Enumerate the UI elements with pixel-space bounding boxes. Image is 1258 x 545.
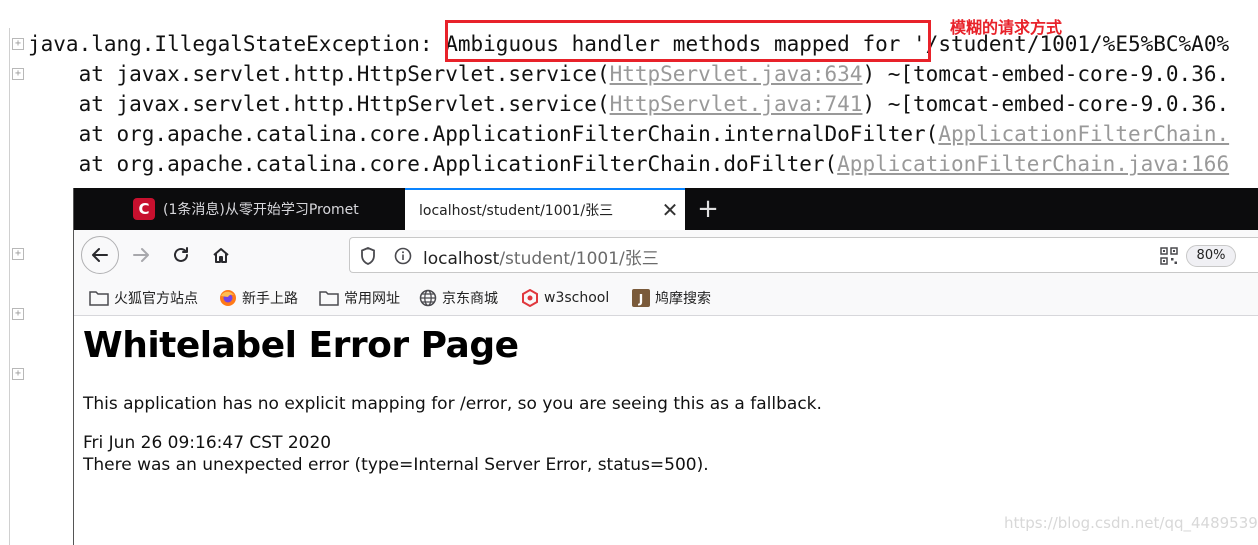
stacktrace-line: at org.apache.catalina.core.ApplicationF… xyxy=(28,149,1230,179)
csdn-logo-icon: C xyxy=(133,198,155,220)
navigation-toolbar: localhost/student/1001/张三 80% xyxy=(74,230,1258,280)
watermark-text: https://blog.csdn.net/qq_44895397 xyxy=(1004,514,1258,532)
source-link[interactable]: ApplicationFilterChain. xyxy=(938,122,1229,146)
tab-csdn[interactable]: C (1条消息)从零开始学习Promet xyxy=(121,188,403,230)
qr-code-icon[interactable] xyxy=(1160,247,1178,265)
exception-class: java.lang.IllegalStateException: xyxy=(28,32,446,56)
url-bar[interactable]: localhost/student/1001/张三 80% xyxy=(349,237,1258,273)
arrow-right-icon xyxy=(133,248,149,262)
bookmark-common-sites[interactable]: 常用网址 xyxy=(319,280,400,316)
stack-frame: at javax.servlet.http.HttpServlet.servic… xyxy=(28,92,610,116)
folder-icon xyxy=(89,290,109,306)
shield-icon[interactable] xyxy=(360,247,376,265)
source-link[interactable]: ApplicationFilterChain.java:166 xyxy=(837,152,1229,176)
zoom-level-badge[interactable]: 80% xyxy=(1186,245,1236,267)
fold-plus-icon[interactable]: + xyxy=(12,308,24,320)
stack-frame-jar: ) ~[tomcat-embed-core-9.0.36. xyxy=(862,92,1230,116)
reload-button[interactable] xyxy=(166,240,196,270)
tab-title: (1条消息)从零开始学习Promet xyxy=(163,202,359,218)
browser-window: C (1条消息)从零开始学习Promet localhost/student/1… xyxy=(73,188,1258,545)
bookmark-label: 鸠摩搜索 xyxy=(655,291,711,307)
bookmark-label: w3school xyxy=(544,290,610,306)
bookmark-firefox-official[interactable]: 火狐官方站点 xyxy=(89,280,198,316)
bookmark-getting-started[interactable]: 新手上路 xyxy=(219,280,298,316)
bookmark-jiumo-search[interactable]: J 鸠摩搜索 xyxy=(632,280,711,316)
bookmarks-toolbar: 火狐官方站点 新手上路 常用网址 京东商城 w3school J 鸠摩搜索 xyxy=(74,280,1258,316)
firefox-icon xyxy=(219,289,237,307)
globe-icon xyxy=(419,289,437,307)
page-title: Whitelabel Error Page xyxy=(83,325,519,366)
w3school-icon xyxy=(521,289,539,307)
reload-icon xyxy=(174,247,188,262)
new-tab-button[interactable]: + xyxy=(692,192,724,226)
bookmark-label: 常用网址 xyxy=(344,291,400,307)
error-detail: There was an unexpected error (type=Inte… xyxy=(83,455,709,475)
fold-plus-icon[interactable]: + xyxy=(12,68,24,80)
bookmark-w3school[interactable]: w3school xyxy=(521,280,609,316)
annotation-label: 模糊的请求方式 xyxy=(950,18,1063,37)
stack-frame: at org.apache.catalina.core.ApplicationF… xyxy=(28,122,939,146)
bookmark-label: 新手上路 xyxy=(242,291,298,307)
source-link[interactable]: HttpServlet.java:634 xyxy=(610,62,863,86)
url-text: localhost/student/1001/张三 xyxy=(423,244,659,269)
tab-bar: C (1条消息)从零开始学习Promet localhost/student/1… xyxy=(74,188,1258,230)
home-icon xyxy=(213,248,229,263)
bookmark-jd-mall[interactable]: 京东商城 xyxy=(419,280,498,316)
close-tab-icon[interactable]: ✕ xyxy=(655,198,685,222)
stack-frame: at org.apache.catalina.core.ApplicationF… xyxy=(28,152,838,176)
forward-button[interactable] xyxy=(126,240,156,270)
bookmark-label: 京东商城 xyxy=(442,291,498,307)
stacktrace-line: at javax.servlet.http.HttpServlet.servic… xyxy=(28,89,1230,119)
stacktrace-line: at javax.servlet.http.HttpServlet.servic… xyxy=(28,59,1230,89)
stack-frame: at javax.servlet.http.HttpServlet.servic… xyxy=(28,62,610,86)
gutter-divider xyxy=(9,28,10,545)
folder-icon xyxy=(319,290,339,306)
fold-plus-icon[interactable]: + xyxy=(12,38,24,50)
tab-title: localhost/student/1001/张三 xyxy=(419,203,614,219)
svg-text:J: J xyxy=(638,292,643,306)
annotation-highlight-box xyxy=(445,20,931,62)
back-button[interactable] xyxy=(81,236,119,274)
fold-plus-icon[interactable]: + xyxy=(12,248,24,260)
source-link[interactable]: HttpServlet.java:741 xyxy=(610,92,863,116)
page-content: Whitelabel Error Page This application h… xyxy=(74,317,1258,545)
arrow-left-icon xyxy=(92,248,108,262)
tab-localhost[interactable]: localhost/student/1001/张三 ✕ xyxy=(405,188,685,230)
url-path: /student/1001/张三 xyxy=(499,249,659,269)
url-host: localhost xyxy=(423,249,500,269)
error-message: This application has no explicit mapping… xyxy=(83,394,822,414)
info-icon[interactable] xyxy=(394,247,412,265)
error-timestamp: Fri Jun 26 09:16:47 CST 2020 xyxy=(83,433,332,453)
bookmark-label: 火狐官方站点 xyxy=(114,291,198,307)
jiumo-icon: J xyxy=(632,289,650,307)
home-button[interactable] xyxy=(206,240,236,270)
stacktrace-line: at org.apache.catalina.core.ApplicationF… xyxy=(28,119,1230,149)
stack-frame-jar: ) ~[tomcat-embed-core-9.0.36. xyxy=(862,62,1230,86)
fold-plus-icon[interactable]: + xyxy=(12,368,24,380)
